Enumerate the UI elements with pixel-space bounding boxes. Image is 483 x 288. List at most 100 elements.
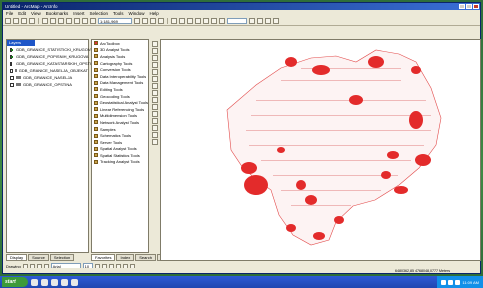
- quicklaunch-icon[interactable]: [71, 278, 78, 286]
- toolbox-item[interactable]: Data Interoperability Tools: [92, 73, 148, 80]
- new-icon[interactable]: [5, 18, 11, 24]
- toolbox-item[interactable]: Samples: [92, 126, 148, 133]
- tab-source[interactable]: Source: [28, 254, 49, 261]
- toolbox-item[interactable]: 3D Analyst Tools: [92, 47, 148, 54]
- help-icon[interactable]: [158, 18, 164, 24]
- pan-icon[interactable]: [151, 69, 158, 75]
- layer-checkbox[interactable]: [10, 68, 13, 73]
- measure-icon[interactable]: [273, 18, 279, 24]
- forward-extent-icon[interactable]: [151, 90, 158, 96]
- rotate-icon[interactable]: [249, 18, 255, 24]
- toc-layer[interactable]: GDB_GRANICE_NASELJA_OBJEKAT: [7, 67, 88, 74]
- delete-icon[interactable]: [66, 18, 72, 24]
- toolbox-item[interactable]: Analysis Tools: [92, 53, 148, 60]
- arctoolbox-root[interactable]: ArcToolbox: [92, 40, 148, 47]
- menu-help[interactable]: Help: [150, 11, 159, 16]
- toolbox-item[interactable]: Tracking Analyst Tools: [92, 159, 148, 166]
- menu-tools[interactable]: Tools: [113, 11, 124, 16]
- toolbox-item[interactable]: Linear Referencing Tools: [92, 106, 148, 113]
- toolbox-item[interactable]: Multidimension Tools: [92, 113, 148, 120]
- map-scale-select[interactable]: 1:181,969: [98, 18, 132, 24]
- tray-icon[interactable]: [441, 279, 447, 285]
- attributes-icon[interactable]: [219, 18, 225, 24]
- reshape-icon[interactable]: [257, 18, 263, 24]
- toolbox-item[interactable]: Geocoding Tools: [92, 93, 148, 100]
- zoom-in-icon[interactable]: [151, 41, 158, 47]
- time-slider-icon[interactable]: [151, 139, 158, 145]
- toc-layer[interactable]: GDB_GRANICE_OPSTINA: [7, 81, 88, 88]
- map-canvas[interactable]: [160, 39, 481, 261]
- tab-selection[interactable]: Selection: [49, 254, 75, 261]
- save-icon[interactable]: [21, 18, 27, 24]
- layer-select[interactable]: [227, 18, 247, 24]
- measure-icon[interactable]: [151, 125, 158, 131]
- grid-icon[interactable]: [195, 18, 201, 24]
- find-icon[interactable]: [151, 118, 158, 124]
- menu-view[interactable]: View: [31, 11, 41, 16]
- editor-icon[interactable]: [134, 18, 140, 24]
- toolbox-item[interactable]: Cartography Tools: [92, 60, 148, 67]
- add-data-icon[interactable]: [90, 18, 96, 24]
- toolbox-item[interactable]: Spatial Statistics Tools: [92, 152, 148, 159]
- toolbox-item[interactable]: Geostatistical Analyst Tools: [92, 99, 148, 106]
- fixed-zoom-in-icon[interactable]: [151, 55, 158, 61]
- menu-window[interactable]: Window: [129, 11, 145, 16]
- toc-layer[interactable]: GDB_GRANICE_STATISTICKI_KRUGOVI: [7, 46, 92, 53]
- quicklaunch-icon[interactable]: [41, 278, 48, 286]
- menu-selection[interactable]: Selection: [90, 11, 109, 16]
- select-elements-icon[interactable]: [151, 104, 158, 110]
- select-features-icon[interactable]: [151, 97, 158, 103]
- paste-icon[interactable]: [58, 18, 64, 24]
- layer-checkbox[interactable]: [10, 82, 14, 87]
- quicklaunch-icon[interactable]: [31, 278, 38, 286]
- command-line-icon[interactable]: [150, 18, 156, 24]
- layer-checkbox[interactable]: [10, 47, 13, 52]
- toolbox-item[interactable]: Data Management Tools: [92, 80, 148, 87]
- back-extent-icon[interactable]: [151, 83, 158, 89]
- arctoolbox-icon[interactable]: [142, 18, 148, 24]
- close-button[interactable]: [473, 4, 479, 9]
- tray-icon[interactable]: [455, 279, 461, 285]
- tab-index[interactable]: Index: [116, 254, 135, 261]
- toolbox-item[interactable]: Server Tools: [92, 139, 148, 146]
- zoom-out-icon[interactable]: [151, 48, 158, 54]
- toolbox-item[interactable]: Network Analyst Tools: [92, 119, 148, 126]
- print-icon[interactable]: [29, 18, 35, 24]
- menu-bookmarks[interactable]: Bookmarks: [46, 11, 69, 16]
- georef-icon[interactable]: [187, 18, 193, 24]
- sketch-icon[interactable]: [211, 18, 217, 24]
- tab-favorites[interactable]: Favorites: [91, 254, 116, 261]
- open-icon[interactable]: [13, 18, 19, 24]
- topology-icon[interactable]: [179, 18, 185, 24]
- layer-checkbox[interactable]: [10, 75, 14, 80]
- quicklaunch-icon[interactable]: [61, 278, 68, 286]
- full-extent-icon[interactable]: [151, 76, 158, 82]
- toolbox-item[interactable]: Conversion Tools: [92, 66, 148, 73]
- hyperlink-icon[interactable]: [151, 132, 158, 138]
- snap-icon[interactable]: [203, 18, 209, 24]
- layer-icon[interactable]: [171, 18, 177, 24]
- copy-icon[interactable]: [50, 18, 56, 24]
- toolbox-item[interactable]: Schematics Tools: [92, 132, 148, 139]
- toc-layer[interactable]: GDB_GRANICE_POPISNIH_KRUGOVA: [7, 53, 88, 60]
- menu-insert[interactable]: Insert: [73, 11, 84, 16]
- toolbox-item[interactable]: Spatial Analyst Tools: [92, 146, 148, 153]
- tab-search[interactable]: Search: [135, 254, 156, 261]
- cut-icon[interactable]: [42, 18, 48, 24]
- undo-icon[interactable]: [74, 18, 80, 24]
- toolbox-item[interactable]: Editing Tools: [92, 86, 148, 93]
- quicklaunch-icon[interactable]: [51, 278, 58, 286]
- toc-layer[interactable]: GDB_GRANICE_NASELJA: [7, 74, 88, 81]
- split-icon[interactable]: [265, 18, 271, 24]
- minimize-button[interactable]: [459, 4, 465, 9]
- menu-edit[interactable]: Edit: [18, 11, 26, 16]
- identify-icon[interactable]: [151, 111, 158, 117]
- layer-checkbox[interactable]: [10, 54, 13, 59]
- menu-file[interactable]: File: [6, 11, 13, 16]
- redo-icon[interactable]: [82, 18, 88, 24]
- layer-checkbox[interactable]: [10, 61, 12, 66]
- tab-display[interactable]: Display: [6, 254, 28, 261]
- fixed-zoom-out-icon[interactable]: [151, 62, 158, 68]
- tray-icon[interactable]: [448, 279, 454, 285]
- maximize-button[interactable]: [466, 4, 472, 9]
